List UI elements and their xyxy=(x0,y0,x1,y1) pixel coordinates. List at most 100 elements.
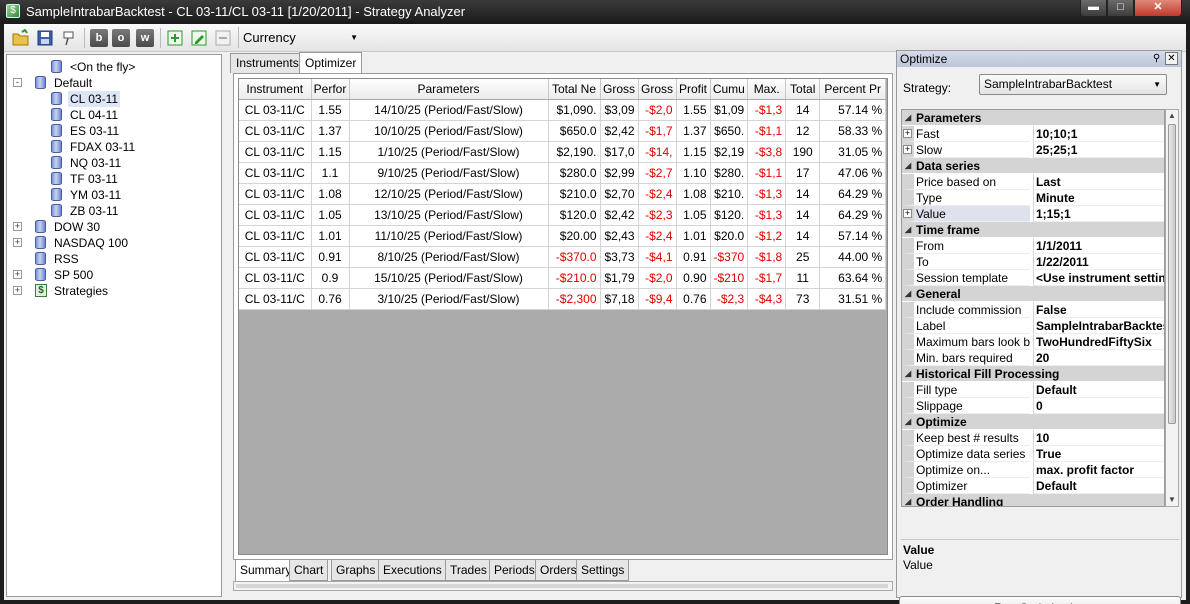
tree-item[interactable]: NQ 03-11 xyxy=(7,155,219,171)
tree-item[interactable]: YM 03-11 xyxy=(7,187,219,203)
property-value[interactable]: 0 xyxy=(1033,398,1164,414)
property-row[interactable]: + Fast 10;10;1 xyxy=(902,126,1164,142)
column-header[interactable]: Total Ne xyxy=(548,79,601,100)
collapse-icon[interactable]: ◢ xyxy=(905,494,911,506)
tab-graphs[interactable]: Graphs xyxy=(331,560,381,581)
pin-icon[interactable] xyxy=(60,29,78,47)
property-row[interactable]: Optimize data series True xyxy=(902,446,1164,462)
maximize-button[interactable]: □ xyxy=(1107,0,1134,17)
collapse-icon[interactable]: ◢ xyxy=(905,110,911,126)
collapse-icon[interactable]: ◢ xyxy=(905,222,911,238)
add-icon[interactable] xyxy=(166,29,184,47)
property-value[interactable]: SampleIntrabarBacktest xyxy=(1033,318,1164,334)
column-header[interactable]: Gross xyxy=(638,79,677,100)
collapse-icon[interactable]: ◢ xyxy=(905,366,911,382)
property-category[interactable]: ◢ Data series xyxy=(902,158,1164,174)
property-row[interactable]: + Value 1;15;1 xyxy=(902,206,1164,222)
table-row[interactable]: CL 03-11/C 1.08 12/10/25 (Period/Fast/Slow… xyxy=(239,183,887,205)
column-header[interactable]: Profit xyxy=(676,79,711,100)
column-header[interactable]: Max. xyxy=(747,79,787,100)
tree-item[interactable]: TF 03-11 xyxy=(7,171,219,187)
property-value[interactable]: 1/22/2011 xyxy=(1033,254,1164,270)
tab-optimizer[interactable]: Optimizer xyxy=(299,52,363,73)
tab-executions[interactable]: Executions xyxy=(378,560,447,581)
collapse-icon[interactable]: ◢ xyxy=(905,414,911,430)
pin-icon[interactable]: ⚲ xyxy=(1150,52,1163,65)
collapse-icon[interactable]: - xyxy=(13,78,22,87)
tree-item[interactable]: + DOW 30 xyxy=(7,219,219,235)
tab-periods[interactable]: Periods xyxy=(489,560,540,581)
table-row[interactable]: CL 03-11/C 0.9 15/10/25 (Period/Fast/Slow)… xyxy=(239,267,887,289)
tab-settings[interactable]: Settings xyxy=(576,560,630,581)
tree-item[interactable]: CL 03-11 xyxy=(7,91,219,107)
property-row[interactable]: Optimize on... max. profit factor xyxy=(902,462,1164,478)
property-category[interactable]: ◢ General xyxy=(902,286,1164,302)
expand-icon[interactable]: + xyxy=(13,270,22,279)
property-row[interactable]: Slippage 0 xyxy=(902,398,1164,414)
table-row[interactable]: CL 03-11/C 1.1 9/10/25 (Period/Fast/Slow) $… xyxy=(239,162,887,184)
property-category[interactable]: ◢ Parameters xyxy=(902,110,1164,126)
scroll-up-icon[interactable]: ▲ xyxy=(1166,110,1178,122)
horizontal-scrollbar[interactable] xyxy=(233,581,893,591)
property-row[interactable]: Maximum bars look backTwoHundredFiftySix xyxy=(902,334,1164,350)
property-row[interactable]: Type Minute xyxy=(902,190,1164,206)
property-value[interactable]: Default xyxy=(1033,382,1164,398)
property-value[interactable]: False xyxy=(1033,302,1164,318)
property-value[interactable]: TwoHundredFiftySix xyxy=(1033,334,1164,350)
tree-item[interactable]: + $ Strategies xyxy=(7,283,219,299)
tab-instruments[interactable]: Instruments xyxy=(230,53,305,73)
property-value[interactable]: 10 xyxy=(1033,430,1164,446)
property-row[interactable]: Session template<Use instrument settings… xyxy=(902,270,1164,286)
property-category[interactable]: ◢ Optimize xyxy=(902,414,1164,430)
property-value[interactable]: 1;15;1 xyxy=(1033,206,1164,222)
run-optimization-button[interactable]: Run Optimization xyxy=(899,596,1181,604)
tree-item[interactable]: RSS xyxy=(7,251,219,267)
property-value[interactable]: 20 xyxy=(1033,350,1164,366)
minimize-button[interactable]: ▬ xyxy=(1080,0,1107,17)
strategy-dropdown[interactable]: SampleIntrabarBacktest ▼ xyxy=(979,74,1167,95)
close-icon[interactable]: ✕ xyxy=(1165,52,1178,65)
table-row[interactable]: CL 03-11/C 1.55 14/10/25 (Period/Fast/Slow… xyxy=(239,99,887,121)
property-value[interactable]: <Use instrument settings> xyxy=(1033,270,1164,286)
property-row[interactable]: Include commission False xyxy=(902,302,1164,318)
bar-w-button[interactable]: w xyxy=(136,29,154,47)
expand-icon[interactable]: + xyxy=(903,209,912,218)
edit-icon[interactable] xyxy=(190,29,208,47)
property-value[interactable]: True xyxy=(1033,446,1164,462)
tree-item[interactable]: + NASDAQ 100 xyxy=(7,235,219,251)
property-row[interactable]: Min. bars required 20 xyxy=(902,350,1164,366)
tree-item[interactable]: <On the fly> xyxy=(7,59,219,75)
table-row[interactable]: CL 03-11/C 1.37 10/10/25 (Period/Fast/Slow… xyxy=(239,120,887,142)
save-icon[interactable] xyxy=(36,29,54,47)
tab-summary[interactable]: Summary xyxy=(235,560,297,582)
property-category[interactable]: ◢ Historical Fill Processing xyxy=(902,366,1164,382)
property-value[interactable]: 25;25;1 xyxy=(1033,142,1164,158)
table-row[interactable]: CL 03-11/C 0.76 3/10/25 (Period/Fast/Slow)… xyxy=(239,288,887,310)
tree-item[interactable]: ES 03-11 xyxy=(7,123,219,139)
column-header[interactable]: Gross xyxy=(600,79,639,100)
tree-item[interactable]: FDAX 03-11 xyxy=(7,139,219,155)
expand-icon[interactable]: + xyxy=(903,145,912,154)
close-button[interactable]: ✕ xyxy=(1134,0,1182,17)
tab-orders[interactable]: Orders xyxy=(535,560,582,581)
collapse-icon[interactable]: ◢ xyxy=(905,158,911,174)
property-value[interactable]: Last xyxy=(1033,174,1164,190)
remove-icon[interactable] xyxy=(214,29,232,47)
column-header[interactable]: Instrument xyxy=(239,79,312,100)
property-row[interactable]: To 1/22/2011 xyxy=(902,254,1164,270)
column-header[interactable]: Cumu xyxy=(710,79,749,100)
tab-chart[interactable]: Chart xyxy=(289,560,329,581)
currency-dropdown[interactable]: Currency ▼ xyxy=(238,27,362,48)
table-row[interactable]: CL 03-11/C 1.15 1/10/25 (Period/Fast/Slow)… xyxy=(239,141,887,163)
property-row[interactable]: Fill type Default xyxy=(902,382,1164,398)
property-value[interactable]: max. profit factor xyxy=(1033,462,1164,478)
column-header[interactable]: Percent Pr xyxy=(819,79,887,100)
tab-trades[interactable]: Trades xyxy=(445,560,492,581)
property-row[interactable]: Label SampleIntrabarBacktest xyxy=(902,318,1164,334)
expand-icon[interactable]: + xyxy=(903,129,912,138)
column-header[interactable]: Perfor xyxy=(311,79,350,100)
property-row[interactable]: + Slow 25;25;1 xyxy=(902,142,1164,158)
property-row[interactable]: From 1/1/2011 xyxy=(902,238,1164,254)
collapse-icon[interactable]: ◢ xyxy=(905,286,911,302)
property-category[interactable]: ◢ Time frame xyxy=(902,222,1164,238)
